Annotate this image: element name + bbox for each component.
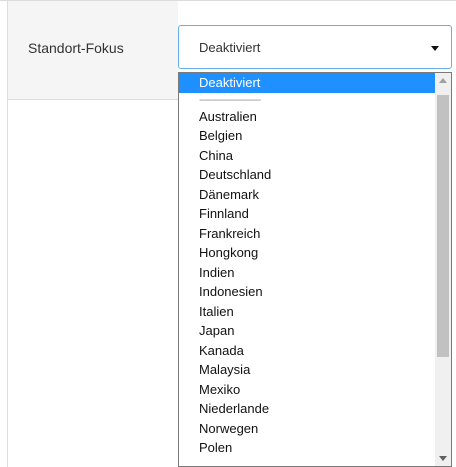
- dropdown-option[interactable]: Polen: [179, 438, 435, 458]
- dropdown-option[interactable]: Indonesien: [179, 282, 435, 302]
- dropdown-option[interactable]: Finnland: [179, 204, 435, 224]
- dropdown-scrollbar[interactable]: [435, 73, 451, 466]
- dropdown-options: Deaktiviert ----------------------- Aust…: [179, 73, 435, 458]
- dropdown-option[interactable]: Norwegen: [179, 419, 435, 439]
- dropdown-option[interactable]: Deutschland: [179, 165, 435, 185]
- location-focus-select[interactable]: Deaktiviert: [178, 25, 452, 69]
- dropdown-option[interactable]: Frankreich: [179, 224, 435, 244]
- dropdown-option[interactable]: Australien: [179, 107, 435, 127]
- dropdown-option[interactable]: Indien: [179, 263, 435, 283]
- field-label: Standort-Fokus: [28, 40, 124, 56]
- dropdown-option[interactable]: Italien: [179, 302, 435, 322]
- dropdown-option[interactable]: Mexiko: [179, 380, 435, 400]
- scrollbar-thumb[interactable]: [437, 95, 449, 357]
- location-dropdown-list[interactable]: Deaktiviert ----------------------- Aust…: [178, 72, 452, 467]
- dropdown-option[interactable]: Kanada: [179, 341, 435, 361]
- chevron-down-icon: [431, 46, 439, 51]
- dropdown-option[interactable]: Japan: [179, 321, 435, 341]
- label-cell: Standort-Fokus: [8, 1, 178, 100]
- dropdown-separator: -----------------------: [199, 93, 261, 106]
- dropdown-option[interactable]: Deaktiviert: [179, 73, 435, 93]
- scroll-down-arrow-icon[interactable]: [439, 456, 447, 461]
- dropdown-option[interactable]: Belgien: [179, 126, 435, 146]
- settings-panel: Standort-Fokus Deaktiviert Deaktiviert -…: [0, 0, 456, 467]
- scroll-up-arrow-icon[interactable]: [439, 78, 447, 83]
- select-value: Deaktiviert: [199, 40, 261, 55]
- dropdown-option[interactable]: Malaysia: [179, 360, 435, 380]
- dropdown-option[interactable]: Dänemark: [179, 185, 435, 205]
- dropdown-option[interactable]: Niederlande: [179, 399, 435, 419]
- dropdown-option[interactable]: China: [179, 146, 435, 166]
- dropdown-option[interactable]: Hongkong: [179, 243, 435, 263]
